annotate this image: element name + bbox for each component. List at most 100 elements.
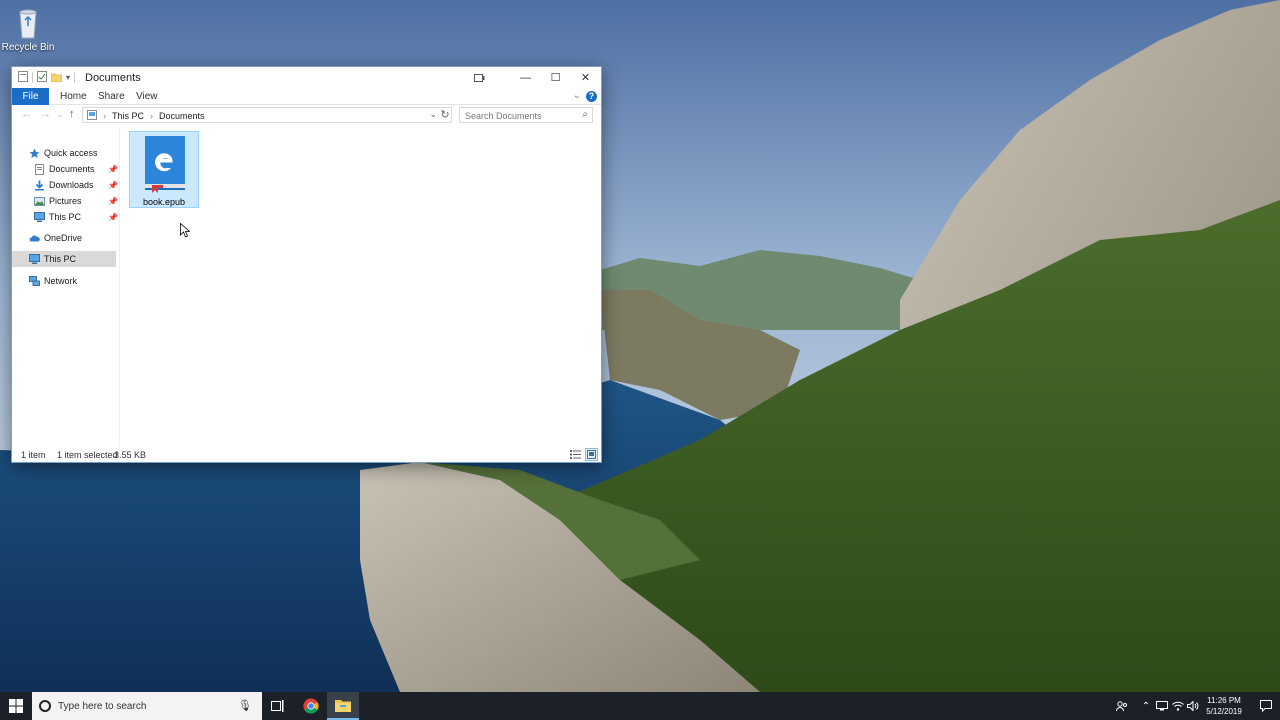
sidebar-item-quick-access[interactable]: Quick access [29, 145, 119, 161]
breadcrumb-documents[interactable]: Documents [159, 111, 205, 121]
sidebar-item-label: OneDrive [44, 233, 83, 243]
file-name: book.epub [142, 197, 186, 207]
network-tray-icon[interactable] [1154, 692, 1170, 720]
close-button[interactable]: ✕ [570, 67, 601, 88]
star-icon [29, 148, 40, 159]
action-center-button[interactable] [1252, 692, 1280, 720]
sidebar-item-network[interactable]: Network [29, 273, 119, 289]
tab-share[interactable]: Share [92, 88, 131, 105]
window-app-icon [18, 70, 28, 85]
task-view-button[interactable] [262, 692, 294, 720]
selection-size: 3.55 KB [114, 450, 147, 460]
sidebar-item-documents[interactable]: Documents 📌 [34, 161, 119, 177]
file-explorer-window[interactable]: ▾ Documents — ☐ ✕ File Home Share View ⌄… [11, 66, 602, 463]
wifi-icon[interactable] [1170, 692, 1186, 720]
refresh-icon[interactable]: ↻ [439, 108, 451, 121]
search-box[interactable]: ⌕ [459, 107, 593, 123]
show-hidden-icons-chevron-icon[interactable]: ⌃ [1138, 692, 1154, 720]
microphone-icon[interactable]: 🎙 [238, 699, 252, 712]
details-view-icon[interactable] [569, 448, 582, 461]
cortana-icon [39, 700, 51, 712]
chrome-icon [303, 698, 319, 714]
title-bar[interactable]: ▾ Documents — ☐ ✕ [12, 67, 601, 88]
customize-toolbar-chevron-icon[interactable]: ▾ [66, 73, 70, 82]
mouse-cursor-icon [180, 222, 191, 241]
desktop-icon-recycle-bin[interactable]: Recycle Bin [0, 6, 56, 53]
download-icon [34, 180, 45, 191]
selection-count: 1 item selected [57, 450, 118, 460]
breadcrumb-separator: › [103, 111, 106, 121]
tablet-mode-icon[interactable] [464, 67, 495, 88]
address-bar[interactable]: › This PC › Documents ⌄ ↻ [82, 107, 452, 123]
sidebar-item-downloads[interactable]: Downloads 📌 [34, 177, 119, 193]
navigation-pane: Quick access Documents 📌 Downloads 📌 Pic… [12, 127, 119, 447]
file-list-pane[interactable]: book.epub [120, 127, 601, 447]
cloud-icon [29, 233, 40, 244]
back-arrow-icon[interactable]: ← [21, 108, 32, 120]
breadcrumb-separator: › [150, 111, 154, 121]
sidebar-item-this-pc[interactable]: This PC [12, 251, 116, 267]
sidebar-item-this-pc-pinned[interactable]: This PC 📌 [34, 209, 119, 225]
pictures-icon [34, 196, 45, 207]
search-input[interactable] [460, 109, 570, 123]
sidebar-item-label: Quick access [44, 148, 98, 158]
toolbar-separator [32, 72, 33, 83]
new-folder-icon[interactable] [50, 71, 63, 85]
sidebar-item-label: This PC [49, 212, 82, 222]
notifications-icon [1260, 700, 1272, 712]
sidebar-item-label: This PC [44, 254, 77, 264]
breadcrumb: › This PC › Documents [87, 110, 205, 122]
toolbar-separator [74, 72, 76, 83]
quick-access-toolbar: ▾ [18, 70, 76, 85]
taskbar-clock[interactable]: 11:26 PM 5/12/2019 [1196, 695, 1252, 717]
expand-ribbon-chevron-icon[interactable]: ⌄ [573, 90, 581, 101]
computer-icon [29, 253, 40, 265]
file-item[interactable]: book.epub [129, 131, 199, 208]
item-count: 1 item [21, 450, 46, 460]
sidebar-item-label: Network [44, 276, 78, 286]
computer-icon [34, 211, 45, 223]
navigation-bar: ← → ⌄ ↑ › This PC › Documents ⌄ ↻ ⌕ [12, 106, 601, 125]
task-view-icon [271, 700, 284, 712]
help-icon[interactable]: ? [586, 91, 597, 102]
tab-home[interactable]: Home [54, 88, 93, 105]
clock-time: 11:26 PM [1207, 696, 1241, 705]
pin-icon[interactable]: 📌 [108, 181, 118, 190]
windows-logo-icon [9, 699, 23, 713]
ribbon-tabs: File Home Share View ⌄ ? [12, 88, 601, 105]
network-icon [29, 275, 40, 287]
window-title: Documents [85, 72, 141, 84]
pin-icon[interactable]: 📌 [108, 165, 118, 174]
file-explorer-taskbar-button[interactable] [327, 692, 359, 720]
sidebar-item-label: Documents [49, 164, 95, 174]
recycle-bin-icon [12, 6, 44, 40]
pin-icon[interactable]: 📌 [108, 213, 118, 222]
clock-date: 5/12/2019 [1206, 707, 1242, 716]
sidebar-item-label: Downloads [49, 180, 94, 190]
epub-edge-icon [145, 136, 185, 193]
properties-icon[interactable] [37, 70, 47, 85]
start-button[interactable] [0, 692, 32, 720]
minimize-button[interactable]: — [510, 67, 541, 88]
file-explorer-icon [335, 700, 351, 712]
large-icons-view-icon[interactable] [585, 448, 598, 461]
recent-locations-chevron-icon[interactable]: ⌄ [57, 110, 64, 119]
computer-icon [87, 110, 97, 122]
up-arrow-icon[interactable]: ↑ [69, 108, 75, 120]
breadcrumb-this-pc[interactable]: This PC [112, 111, 144, 121]
address-dropdown-chevron-icon[interactable]: ⌄ [429, 109, 437, 120]
tab-view[interactable]: View [130, 88, 164, 105]
maximize-button[interactable]: ☐ [540, 67, 571, 88]
documents-icon [34, 163, 45, 175]
desktop-icon-label: Recycle Bin [1, 42, 55, 53]
sidebar-item-onedrive[interactable]: OneDrive [29, 230, 119, 246]
status-bar: 1 item 1 item selected 3.55 KB [12, 447, 601, 463]
taskbar-search-box[interactable]: 🎙 [32, 692, 262, 720]
pin-icon[interactable]: 📌 [108, 197, 118, 206]
taskbar-search-input[interactable] [58, 698, 228, 714]
people-icon[interactable] [1112, 692, 1132, 720]
sidebar-item-pictures[interactable]: Pictures 📌 [34, 193, 119, 209]
tab-file[interactable]: File [12, 88, 49, 105]
chrome-taskbar-button[interactable] [295, 692, 327, 720]
forward-arrow-icon[interactable]: → [40, 108, 51, 120]
